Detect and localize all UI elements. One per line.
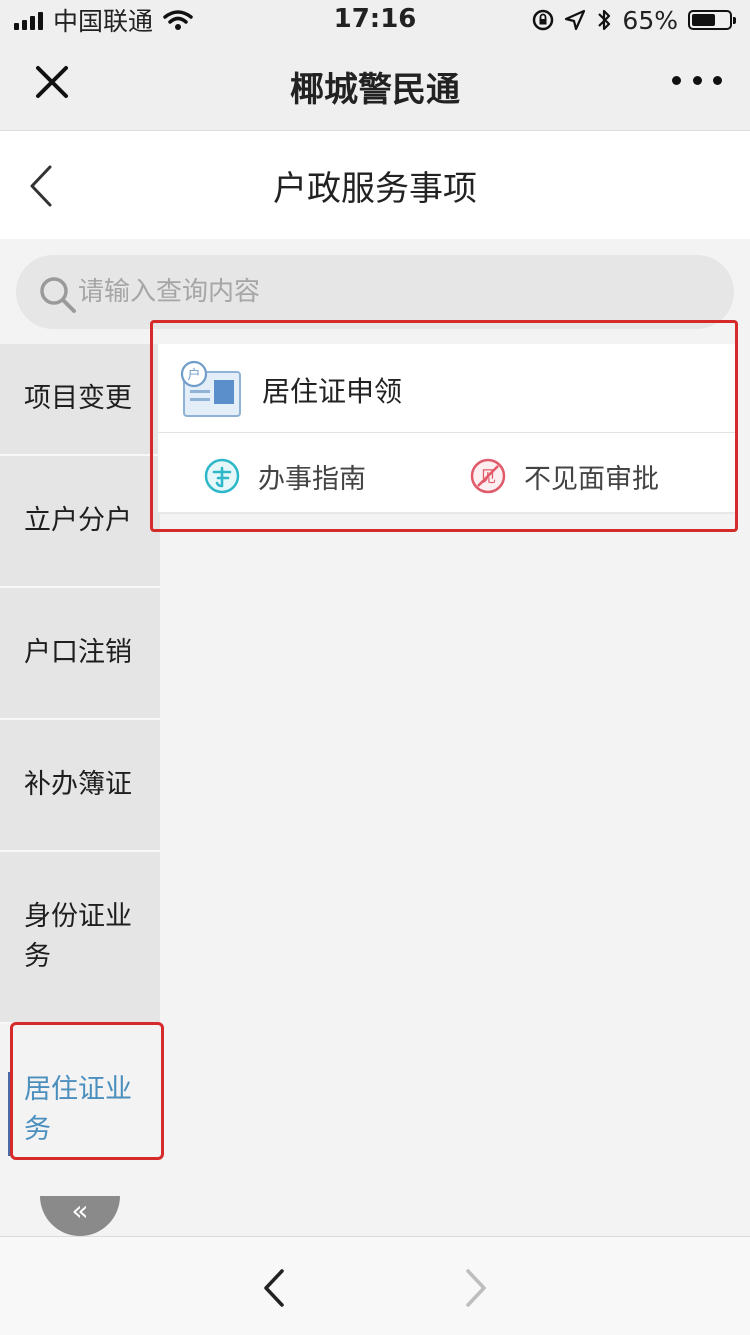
collapse-sidebar-button[interactable]: « xyxy=(40,1196,120,1236)
sidebar-item-label: 项目变更 xyxy=(24,383,132,414)
orientation-lock-icon xyxy=(533,9,554,31)
app-top-bar: 椰城警民通 xyxy=(0,40,750,131)
sidebar-item-label: 户口注销 xyxy=(24,637,132,668)
bluetooth-icon xyxy=(598,9,611,31)
sidebar-item-reissue-booklet[interactable]: 补办簿证 xyxy=(0,720,160,852)
search-bar[interactable] xyxy=(16,255,734,329)
status-bar-right: 65% xyxy=(532,5,736,35)
bottom-nav-bar xyxy=(0,1236,750,1335)
nav-back-icon[interactable] xyxy=(256,1263,296,1313)
battery-percent: 65% xyxy=(622,5,678,35)
page-header: 户政服务事项 xyxy=(0,131,750,239)
sidebar-item-label: 补办簿证 xyxy=(24,769,132,800)
more-menu-icon[interactable] xyxy=(672,70,722,90)
search-icon xyxy=(40,277,76,313)
search-input[interactable] xyxy=(78,267,678,317)
battery-fill xyxy=(692,14,715,26)
nav-forward-icon[interactable] xyxy=(456,1263,496,1313)
status-bar: 中国联通 17:16 65% xyxy=(0,0,750,40)
sidebar-item-label: 身份证业务 xyxy=(24,901,132,972)
sidebar-item-id-card[interactable]: 身份证业务 xyxy=(0,852,160,1024)
location-icon xyxy=(565,9,586,31)
app-title: 椰城警民通 xyxy=(290,70,460,110)
page-title: 户政服务事项 xyxy=(273,169,477,209)
battery-icon xyxy=(688,10,736,30)
double-chevron-left-icon: « xyxy=(71,1194,89,1227)
sidebar-item-label: 立户分户 xyxy=(24,505,132,536)
sidebar-item-household-split[interactable]: 立户分户 xyxy=(0,456,160,588)
sidebar-item-household-cancel[interactable]: 户口注销 xyxy=(0,588,160,720)
highlight-box-service-card xyxy=(150,320,738,532)
highlight-box-sidebar xyxy=(10,1022,164,1160)
sidebar-item-project-change[interactable]: 项目变更 xyxy=(0,344,160,456)
